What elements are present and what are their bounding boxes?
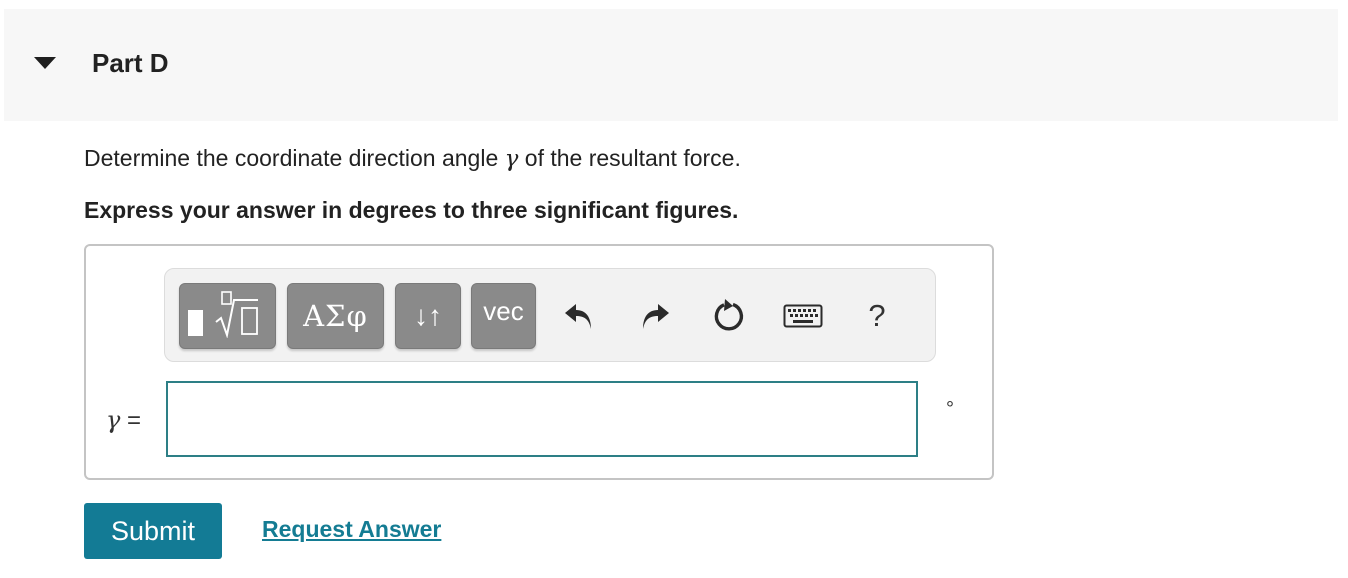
greek-symbols-button[interactable]: ΑΣφ xyxy=(287,283,384,349)
prompt-symbol: γ xyxy=(504,146,519,172)
degree-unit: ° xyxy=(946,398,954,420)
reset-icon[interactable] xyxy=(705,293,753,339)
part-header: Part D xyxy=(4,9,1338,121)
answer-input[interactable] xyxy=(166,381,918,457)
templates-button[interactable] xyxy=(179,283,276,349)
equals-sign: = xyxy=(127,407,142,434)
request-answer-link[interactable]: Request Answer xyxy=(262,513,441,545)
undo-icon[interactable] xyxy=(555,293,603,339)
answer-instruction: Express your answer in degrees to three … xyxy=(84,197,739,223)
keyboard-icon[interactable] xyxy=(779,293,827,339)
caret-down-icon[interactable] xyxy=(32,53,58,73)
prompt-text-before: Determine the coordinate direction angle xyxy=(84,145,505,171)
question-prompt: Determine the coordinate direction angle… xyxy=(84,142,741,175)
math-toolbar: ΑΣφ ↓↑ vec ? xyxy=(164,268,936,362)
answer-box: ΑΣφ ↓↑ vec ? γ = ° xyxy=(84,244,994,480)
templates-radical-icon xyxy=(186,290,270,343)
prompt-text-after: of the resultant force. xyxy=(518,145,741,171)
variable-label: γ = xyxy=(106,402,141,439)
vector-button[interactable]: vec xyxy=(471,283,536,349)
arrows-button[interactable]: ↓↑ xyxy=(395,283,461,349)
part-title: Part D xyxy=(92,48,169,78)
submit-button[interactable]: Submit xyxy=(84,503,222,559)
help-button[interactable]: ? xyxy=(853,293,901,339)
variable-symbol: γ xyxy=(106,406,121,434)
redo-icon[interactable] xyxy=(631,293,679,339)
